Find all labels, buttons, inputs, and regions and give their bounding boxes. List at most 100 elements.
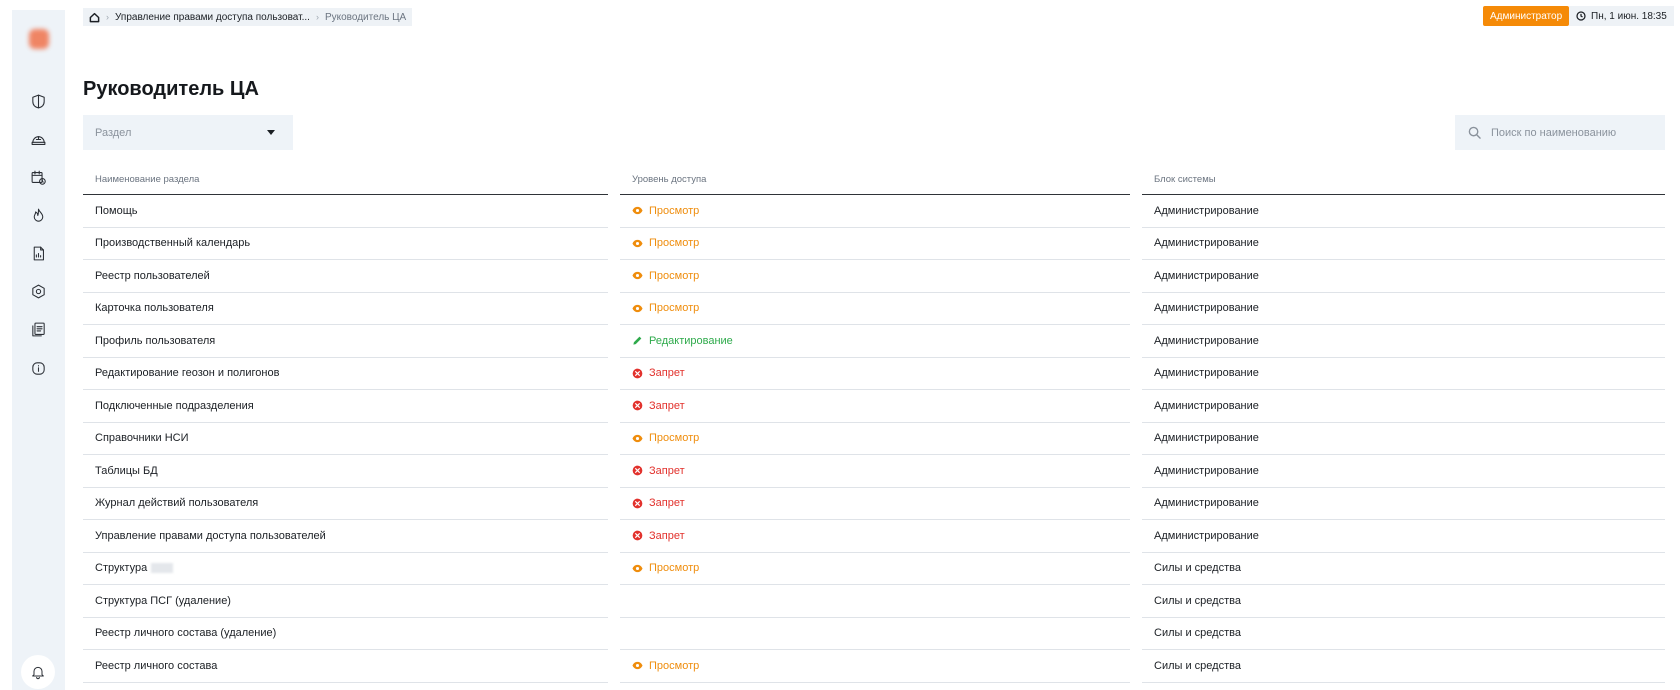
cell-system-block: Силы и средства xyxy=(1142,585,1665,618)
system-block: Администрирование xyxy=(1154,529,1259,542)
access-level: Просмотр xyxy=(632,205,699,217)
cell-section-name: Подключенные подразделения xyxy=(83,390,608,423)
access-level: Просмотр xyxy=(632,432,699,444)
cell-access-level xyxy=(620,585,1130,618)
column-header-access: Уровень доступа xyxy=(620,168,1130,195)
section-name: Структура xyxy=(95,562,148,575)
access-level-label: Просмотр xyxy=(649,237,700,250)
section-select[interactable]: Раздел xyxy=(83,115,293,150)
section-name: Профиль пользователя xyxy=(95,334,216,347)
table-row[interactable]: Таблицы БД Запрет Администрирование xyxy=(83,455,1665,488)
breadcrumb: › Управление правами доступа пользоват..… xyxy=(83,8,413,26)
column-header-block: Блок системы xyxy=(1142,168,1665,195)
table-row[interactable]: Редактирование геозон и полигонов Запрет А… xyxy=(83,358,1665,390)
section-name: Реестр личного состава (удаление) xyxy=(95,627,277,640)
cell-system-block: Администрирование xyxy=(1142,455,1665,488)
table-row[interactable]: Справочники НСИ Просмотр Администрирование xyxy=(83,423,1665,455)
section-name: Структура ПСГ (удаление) xyxy=(95,594,231,607)
breadcrumb-current: Руководитель ЦА xyxy=(324,11,407,23)
table-row[interactable]: Производственный календарь Просмотр Админи… xyxy=(83,228,1665,260)
info-icon[interactable] xyxy=(27,357,49,379)
table-row[interactable]: Карточка пользователя Просмотр Администрир… xyxy=(83,293,1665,325)
table-row[interactable]: Реестр личного состава (удаление) Силы и … xyxy=(83,618,1665,650)
cell-section-name: Журнал действий пользователя xyxy=(83,488,608,520)
shield-icon[interactable] xyxy=(27,90,49,112)
table-row[interactable]: Профиль пользователя Редактирование Админи… xyxy=(83,325,1665,358)
search-box xyxy=(1455,115,1665,150)
table-row[interactable]: Журнал действий пользователя Запрет Админи… xyxy=(83,488,1665,520)
system-block: Администрирование xyxy=(1154,432,1259,445)
cell-system-block: Администрирование xyxy=(1142,423,1665,455)
search-icon xyxy=(1468,126,1481,139)
cell-access-level: Просмотр xyxy=(620,195,1130,228)
table-row[interactable]: Структура ПСГ (удаление) Силы и средства xyxy=(83,585,1665,618)
cell-section-name: Редактирование геозон и полигонов xyxy=(83,358,608,390)
cell-system-block: Администрирование xyxy=(1142,293,1665,325)
cell-system-block: Администрирование xyxy=(1142,358,1665,390)
document-chart-icon[interactable] xyxy=(27,242,49,264)
eye-icon xyxy=(632,270,643,281)
calendar-clock-icon[interactable] xyxy=(27,166,49,188)
pencil-icon xyxy=(632,335,643,346)
access-level-label: Запрет xyxy=(649,529,685,542)
cell-access-level: Запрет xyxy=(620,455,1130,488)
cell-system-block: Силы и средства xyxy=(1142,618,1665,650)
cell-access-level: Просмотр xyxy=(620,260,1130,293)
access-level-label: Запрет xyxy=(649,464,685,477)
role-badge[interactable]: Администратор xyxy=(1483,6,1570,26)
table-row[interactable]: Реестр пользователей Просмотр Администриро… xyxy=(83,260,1665,293)
cell-system-block: Администрирование xyxy=(1142,390,1665,423)
access-level-label: Просмотр xyxy=(649,302,700,315)
cell-access-level: Запрет xyxy=(620,358,1130,390)
cell-access-level: Просмотр xyxy=(620,650,1130,683)
journal-icon[interactable] xyxy=(27,318,49,340)
clock-icon xyxy=(1576,11,1586,21)
access-table: Наименование раздела Уровень доступа Бло… xyxy=(83,168,1665,683)
access-level-label: Запрет xyxy=(649,367,685,380)
access-level: Просмотр xyxy=(632,562,699,574)
eye-icon xyxy=(632,205,643,216)
redacted-text xyxy=(151,563,174,574)
cell-access-level: Просмотр xyxy=(620,228,1130,260)
search-input[interactable] xyxy=(1491,126,1641,139)
cell-system-block: Администрирование xyxy=(1142,488,1665,520)
table-row[interactable]: Управление правами доступа пользователей… xyxy=(83,520,1665,553)
deny-icon xyxy=(632,465,643,476)
access-level: Редактирование xyxy=(632,335,733,347)
hexagon-gear-icon[interactable] xyxy=(27,280,49,302)
access-level: Запрет xyxy=(632,400,685,412)
system-block: Администрирование xyxy=(1154,367,1259,380)
table-body: Помощь Просмотр Администрирование Производс… xyxy=(83,195,1665,683)
cell-access-level: Запрет xyxy=(620,390,1130,423)
home-icon[interactable] xyxy=(89,12,100,23)
cell-system-block: Администрирование xyxy=(1142,520,1665,553)
logo[interactable] xyxy=(29,29,49,49)
table-row[interactable]: Помощь Просмотр Администрирование xyxy=(83,195,1665,228)
cell-section-name: Реестр пользователей xyxy=(83,260,608,293)
deny-icon xyxy=(632,530,643,541)
cell-section-name: Карточка пользователя xyxy=(83,293,608,325)
caret-down-icon xyxy=(267,130,275,135)
cell-system-block: Администрирование xyxy=(1142,260,1665,293)
breadcrumb-item[interactable]: Управление правами доступа пользоват... xyxy=(115,12,310,23)
table-row[interactable]: Подключенные подразделения Запрет Админист… xyxy=(83,390,1665,423)
cell-access-level xyxy=(620,618,1130,650)
access-level: Просмотр xyxy=(632,660,699,672)
datetime-display: Пн, 1 июн. 18:35 xyxy=(1569,6,1674,26)
cell-section-name: Помощь xyxy=(83,195,608,228)
cell-system-block: Силы и средства xyxy=(1142,553,1665,585)
cell-access-level: Редактирование xyxy=(620,325,1130,358)
bell-icon[interactable] xyxy=(21,655,55,689)
flame-icon[interactable] xyxy=(27,204,49,226)
cell-section-name: Структура xyxy=(83,553,608,585)
helmet-icon[interactable] xyxy=(27,128,49,150)
eye-icon xyxy=(632,660,643,671)
table-row[interactable]: Реестр личного состава Просмотр Силы и сре… xyxy=(83,650,1665,683)
system-block: Администрирование xyxy=(1154,497,1259,510)
access-level: Запрет xyxy=(632,530,685,542)
system-block: Силы и средства xyxy=(1154,659,1241,672)
section-name: Реестр пользователей xyxy=(95,269,210,282)
table-row[interactable]: Структура Просмотр Силы и средства xyxy=(83,553,1665,585)
access-level: Просмотр xyxy=(632,237,699,249)
section-name: Реестр личного состава xyxy=(95,659,218,672)
